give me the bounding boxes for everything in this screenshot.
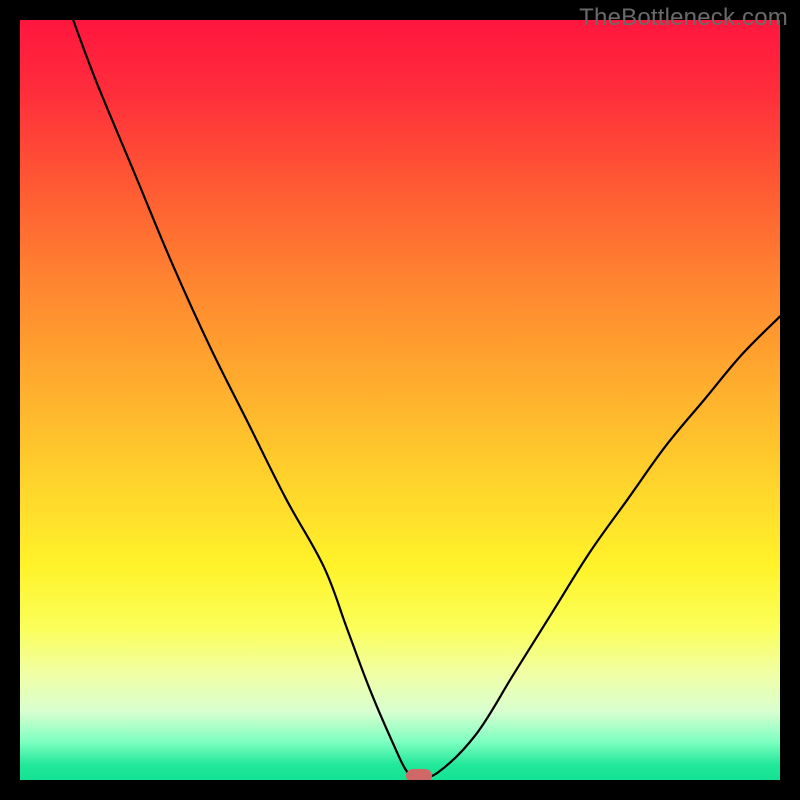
bottleneck-curve	[20, 20, 780, 780]
optimal-point-marker	[406, 769, 432, 780]
watermark-text: TheBottleneck.com	[579, 4, 788, 32]
chart-frame: TheBottleneck.com	[0, 0, 800, 800]
plot-area	[20, 20, 780, 780]
